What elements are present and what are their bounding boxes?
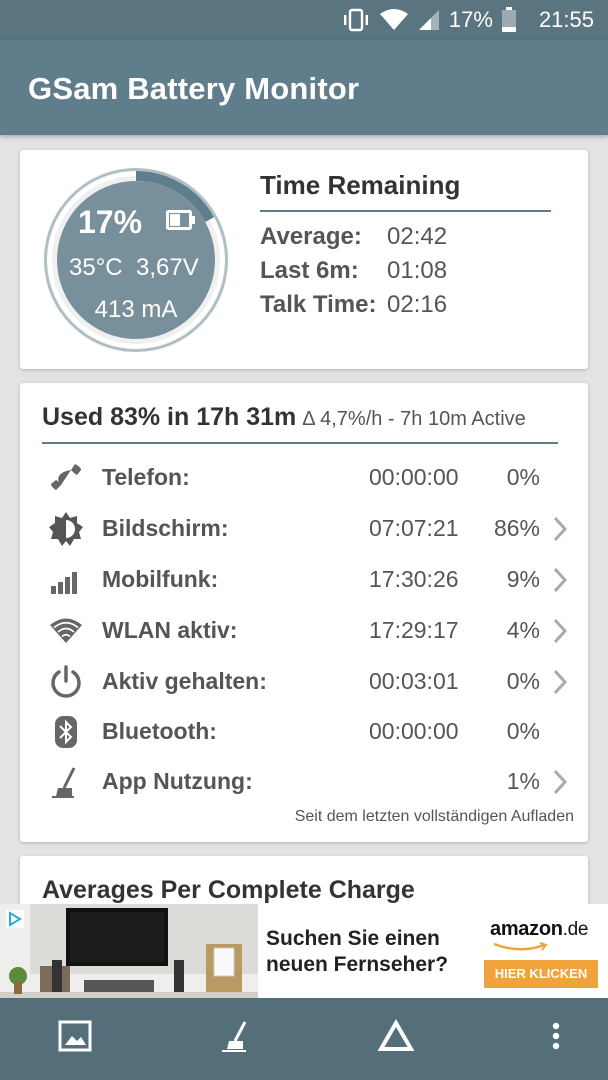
usage-row-time: 17:29:17 [369, 617, 459, 643]
battery-summary-card[interactable]: 17% 35°C 3,67V 413 mA Time Remaining Ave… [20, 150, 588, 369]
amazon-smile-icon [493, 942, 548, 951]
app-title: GSam Battery Monitor [28, 71, 360, 106]
ad-banner[interactable]: Suchen Sie einen neuen Fernseher? amazon… [0, 904, 608, 998]
app-usage-icon [52, 767, 76, 798]
usage-row-percent: 0% [506, 464, 540, 490]
usage-row-percent: 4% [506, 617, 540, 643]
ad-headline[interactable]: Suchen Sie einen neuen Fernseher? [266, 926, 448, 978]
usage-row-time: 07:07:21 [369, 515, 459, 541]
gauge-current: 413 mA [94, 296, 178, 323]
usage-row-telefon[interactable]: Telefon: 00:00:00 0% [20, 452, 588, 500]
usage-row-time: 00:03:01 [369, 668, 459, 694]
usage-row-name: Bluetooth: [102, 718, 217, 744]
time-remaining-label: Average: [260, 223, 362, 250]
usage-row-percent: 9% [506, 566, 540, 592]
usage-footnote: Seit dem letzten vollständigen Aufladen [294, 808, 574, 825]
usage-row-name: Mobilfunk: [102, 566, 219, 592]
amazon-logo: amazon.de [490, 918, 588, 941]
amazon-brand: amazon [490, 918, 563, 940]
usage-row-name: App Nutzung: [102, 768, 253, 794]
bottom-action-bar [0, 998, 608, 1080]
adchoices-icon[interactable] [6, 910, 24, 933]
ad-headline-line1: Suchen Sie einen [266, 927, 440, 950]
usage-row-app-nutzung[interactable]: App Nutzung: 1% [20, 756, 588, 804]
clock: 21:55 [538, 7, 594, 32]
usage-row-mobilfunk[interactable]: Mobilfunk: 17:30:26 9% [20, 554, 588, 602]
usage-row-name: Telefon: [102, 464, 190, 490]
usage-row-percent: 1% [506, 768, 540, 794]
battery-icon [501, 7, 517, 33]
divider [42, 442, 558, 444]
chevron-right-icon [553, 516, 568, 542]
usage-row-bildschirm[interactable]: Bildschirm: 07:07:21 86% [20, 503, 588, 551]
usage-header: Used 83% in 17h 31m Δ 4,7%/h - 7h 10m Act… [42, 403, 526, 432]
phone-icon [51, 464, 81, 490]
wifi-icon [379, 8, 409, 32]
signal-icon [417, 8, 441, 32]
screen-brightness-icon [49, 512, 83, 546]
app-usage-icon[interactable] [218, 1018, 254, 1059]
app-bar: GSam Battery Monitor [0, 40, 608, 135]
divider [260, 210, 551, 212]
gauge-voltage: 3,67V [136, 254, 199, 281]
battery-percent: 17% [448, 7, 493, 32]
ad-cta-button[interactable]: HIER KLICKEN [484, 960, 598, 988]
usage-row-bluetooth[interactable]: Bluetooth: 00:00:00 0% [20, 706, 588, 754]
status-bar: 17% 21:55 [0, 0, 608, 40]
ad-headline-line2: neuen Fernseher? [266, 953, 449, 976]
amazon-tld: .de [562, 919, 589, 940]
usage-row-name: WLAN aktiv: [102, 617, 238, 643]
usage-headline: Used 83% in 17h 31m [42, 403, 297, 431]
usage-row-name: Aktiv gehalten: [102, 668, 267, 694]
usage-row-time: 00:00:00 [369, 718, 459, 744]
wifi-icon [50, 618, 82, 643]
more-vert-icon[interactable] [546, 1018, 566, 1059]
battery-icon [166, 210, 196, 235]
usage-row-percent: 0% [506, 668, 540, 694]
usage-row-name: Bildschirm: [102, 515, 229, 541]
gauge-percent: 17% [78, 204, 143, 240]
time-remaining-title: Time Remaining [260, 170, 461, 200]
usage-row-time: 17:30:26 [369, 566, 459, 592]
time-remaining-value: 01:08 [387, 257, 448, 284]
bluetooth-icon [55, 716, 77, 748]
image-icon[interactable] [57, 1018, 93, 1059]
averages-title: Averages Per Complete Charge [42, 876, 415, 904]
usage-row-aktiv-gehalten[interactable]: Aktiv gehalten: 00:03:01 0% [20, 656, 588, 704]
time-remaining-label: Talk Time: [260, 291, 377, 318]
usage-subline: Δ 4,7%/h - 7h 10m Active [302, 408, 526, 430]
usage-card: Used 83% in 17h 31m Δ 4,7%/h - 7h 10m Act… [20, 383, 588, 842]
chevron-right-icon [553, 669, 568, 695]
usage-row-percent: 86% [493, 515, 540, 541]
ad-image-tv-room[interactable] [0, 904, 258, 998]
usage-row-time: 00:00:00 [369, 464, 459, 490]
vibrate-icon [341, 8, 371, 32]
usage-row-wlan[interactable]: WLAN aktiv: 17:29:17 4% [20, 605, 588, 653]
gauge-temperature: 35°C [69, 254, 123, 281]
cell-signal-icon [51, 572, 77, 594]
delta-icon[interactable] [377, 1018, 415, 1059]
chevron-right-icon [553, 567, 568, 593]
usage-row-percent: 0% [506, 718, 540, 744]
chevron-right-icon [553, 618, 568, 644]
power-icon [51, 665, 81, 698]
time-remaining-label: Last 6m: [260, 257, 359, 284]
time-remaining-value: 02:42 [387, 223, 448, 250]
time-remaining-value: 02:16 [387, 291, 448, 318]
chevron-right-icon [553, 769, 568, 795]
